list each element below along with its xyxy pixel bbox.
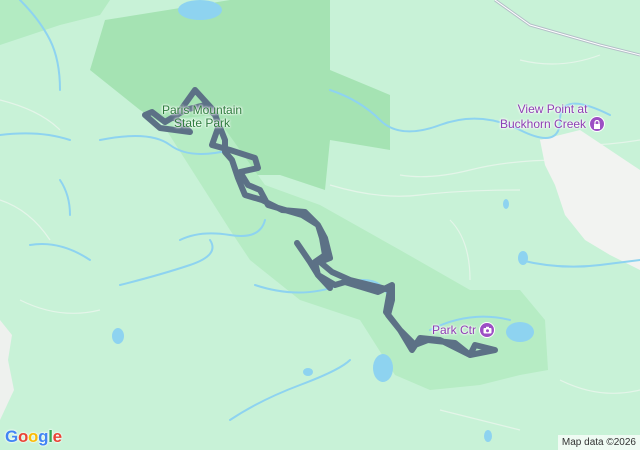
map-canvas: [0, 0, 640, 442]
camera-icon: [479, 322, 496, 338]
park-name-label: Paris Mountain State Park: [162, 104, 242, 130]
highway: [494, 0, 640, 57]
logo-text: Google: [5, 427, 62, 446]
park-center-label: Park Ctr: [432, 322, 477, 337]
map-attribution[interactable]: Map data ©2026: [557, 435, 640, 450]
park-area-top: [0, 0, 110, 45]
urban-area-left: [0, 320, 14, 420]
view-point-line1: View Point at: [517, 102, 588, 116]
view-point-line2: Buckhorn Creek: [500, 116, 587, 131]
park-center-poi[interactable]: Park Ctr: [432, 322, 496, 338]
highway-center: [494, 0, 640, 56]
lock-icon: [589, 116, 606, 132]
urban-area: [540, 130, 640, 270]
park-name-line2: State Park: [174, 116, 231, 130]
google-logo: Google: [5, 427, 62, 447]
view-point-poi[interactable]: View Point at Buckhorn Creek: [500, 102, 606, 132]
map-view[interactable]: Paris Mountain State Park View Point at …: [0, 0, 640, 450]
